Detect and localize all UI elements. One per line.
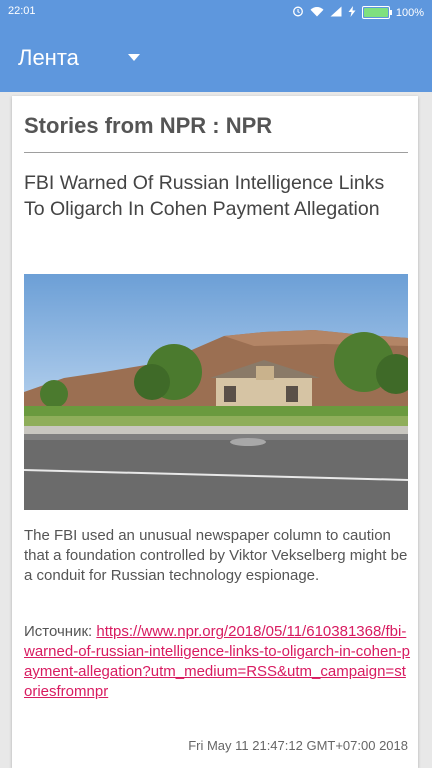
charging-icon [348, 5, 356, 20]
article-headline[interactable]: FBI Warned Of Russian Intelligence Links… [24, 170, 408, 222]
article-date: Fri May 11 21:47:12 GMT+07:00 2018 [188, 738, 408, 753]
signal-icon [330, 6, 342, 20]
battery-percent: 100% [395, 6, 424, 19]
status-icons: 100% [292, 5, 424, 20]
status-bar: 22:01 100% [0, 0, 432, 24]
wifi-icon [310, 6, 324, 20]
feed-title: Stories from NPR : NPR [24, 113, 273, 138]
app-title[interactable]: Лента [18, 45, 79, 71]
alarm-icon [292, 5, 304, 20]
status-time: 22:01 [8, 5, 36, 17]
app-bar: Лента [0, 24, 432, 92]
source-label: Источник: [24, 623, 97, 640]
battery-icon [361, 6, 392, 19]
article-summary: The FBI used an unusual newspaper column… [24, 527, 408, 584]
article-card: Stories from NPR : NPR FBI Warned Of Rus… [12, 96, 418, 768]
article-image [24, 274, 408, 510]
divider [24, 152, 408, 153]
chevron-down-icon[interactable] [128, 54, 140, 61]
article-source: Источник: https://www.npr.org/2018/05/11… [24, 622, 414, 702]
